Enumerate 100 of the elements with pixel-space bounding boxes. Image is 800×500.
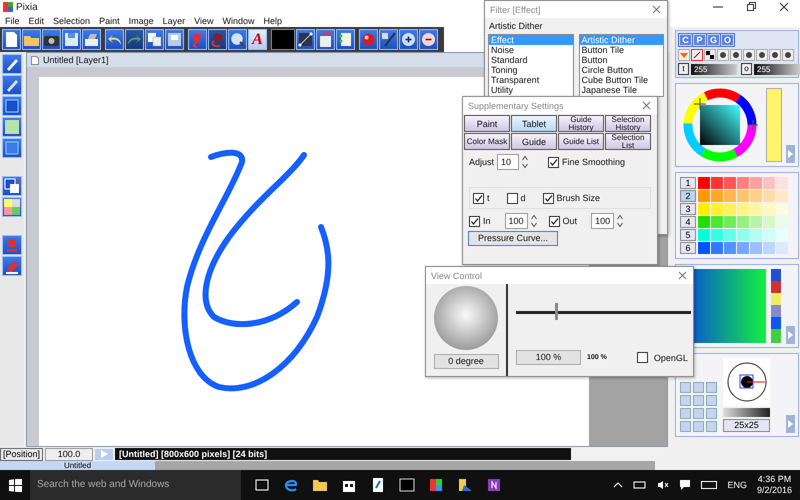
checkbox[interactable] — [636, 352, 648, 363]
tab[interactable]: Paint — [464, 115, 510, 132]
checkbox[interactable] — [473, 192, 484, 204]
menu-item[interactable]: Image — [128, 16, 154, 26]
spin-arrows-icon[interactable] — [617, 214, 624, 228]
square-icon[interactable] — [2, 96, 22, 116]
menu-item[interactable]: Edit — [28, 16, 44, 26]
checker-pattern-icon[interactable] — [2, 197, 22, 217]
palette-row-button[interactable]: 6 — [680, 242, 696, 254]
list-item[interactable]: Utility — [489, 85, 572, 95]
tab[interactable]: Color Mask — [464, 133, 510, 150]
color-swap-icon[interactable] — [2, 176, 22, 196]
menu-item[interactable]: Help — [263, 16, 282, 26]
list-item[interactable]: Transparent — [489, 75, 572, 85]
zoom-in-icon[interactable] — [399, 29, 418, 50]
effect-list[interactable]: Artistic Dither Button Tile Button Circle Button Cube Button Tile Japanese Tile — [578, 34, 664, 97]
list-item[interactable]: Toning — [489, 65, 572, 75]
copy-pages-icon[interactable] — [145, 29, 164, 50]
pen-tablet-icon[interactable] — [379, 29, 398, 50]
palette-row-button[interactable]: 5 — [680, 229, 696, 241]
speaker-muted-icon[interactable] — [657, 480, 670, 490]
brush-stroke-icon[interactable] — [208, 29, 227, 50]
magnifier-icon[interactable] — [228, 29, 247, 50]
color-swatch-icon[interactable] — [271, 29, 295, 50]
search-field[interactable]: Search the web and Windows — [30, 470, 241, 500]
document-tab[interactable]: Untitled — [0, 461, 155, 470]
tab[interactable]: Guide — [511, 133, 557, 150]
square-icon[interactable] — [2, 138, 22, 158]
list-item[interactable]: Circle Button — [580, 65, 663, 75]
tab[interactable]: Tablet — [511, 115, 557, 132]
menu-item[interactable]: Layer — [162, 16, 186, 26]
checkbox[interactable] — [548, 156, 560, 168]
menu-item[interactable]: Paint — [99, 16, 120, 26]
layer-square-icon[interactable] — [2, 117, 22, 137]
tab[interactable]: Guide List — [558, 133, 604, 150]
adjust-field[interactable]: 10 — [497, 154, 520, 170]
spin-arrows-icon[interactable] — [530, 214, 537, 228]
list-item[interactable]: Button Tile — [580, 45, 663, 55]
text-tool-button[interactable]: A — [248, 29, 267, 50]
dot-icon[interactable] — [717, 49, 729, 61]
zoom-button[interactable]: 100 % — [516, 350, 581, 365]
color-palette-drawing[interactable] — [698, 177, 789, 254]
tab[interactable]: Guide History — [558, 115, 604, 132]
camera-icon[interactable] — [42, 29, 61, 50]
list-item[interactable]: Japanese Tile — [580, 85, 663, 95]
checkbox[interactable] — [548, 216, 560, 226]
rotation-button[interactable]: 0 degree — [434, 354, 498, 369]
brush-size-field[interactable]: 25x25 — [723, 419, 770, 432]
slider-thumb[interactable] — [555, 303, 558, 320]
gradient-strip-drawing[interactable] — [771, 269, 781, 343]
category-list[interactable]: Effect Noise Standard Toning Transparent Utility — [488, 34, 574, 97]
new-page-icon[interactable] — [2, 29, 21, 50]
zoom-out-icon[interactable] — [419, 29, 438, 50]
printer-icon[interactable] — [82, 29, 101, 50]
terminal-icon[interactable] — [398, 476, 416, 494]
menu-item[interactable]: View — [194, 16, 214, 26]
list-item[interactable]: Noise — [489, 45, 572, 55]
paint-bucket-icon[interactable] — [188, 29, 207, 50]
notification-icon[interactable] — [679, 479, 692, 491]
paint-bucket-icon[interactable] — [2, 235, 22, 255]
palette-row-button[interactable]: 3 — [680, 203, 696, 215]
notebook-icon[interactable] — [485, 476, 503, 494]
panel-tab[interactable]: G — [707, 34, 720, 46]
position-button[interactable]: [Position] — [0, 448, 44, 460]
menu-item[interactable]: Selection — [53, 16, 90, 26]
keyboard-icon[interactable] — [701, 480, 718, 490]
folder-icon[interactable] — [456, 476, 474, 494]
panel-tab[interactable]: C — [679, 34, 692, 46]
value-field[interactable]: 100 — [591, 213, 614, 229]
chevron-up-icon[interactable] — [613, 480, 624, 490]
value-field[interactable]: 100 — [504, 213, 528, 229]
list-item[interactable]: Button — [580, 55, 663, 65]
menu-item[interactable]: Window — [222, 16, 254, 26]
pencil-icon[interactable] — [2, 75, 22, 95]
palette-row-button[interactable]: 1 — [680, 177, 696, 189]
checker-icon[interactable] — [704, 49, 716, 61]
rotate-page-icon[interactable] — [316, 29, 335, 50]
panel-tab[interactable]: O — [721, 34, 734, 46]
pages-icon[interactable] — [336, 29, 355, 50]
pressure-curve-button[interactable]: Pressure Curve... — [468, 231, 558, 246]
value-slider-track[interactable]: 255 — [754, 64, 800, 74]
checkbox[interactable] — [542, 192, 554, 204]
pen-icon[interactable] — [691, 49, 703, 61]
menu-item[interactable]: File — [5, 16, 20, 26]
palette-row-button[interactable]: 4 — [680, 216, 696, 228]
tab[interactable]: Selection List — [605, 133, 651, 150]
checkbox[interactable] — [506, 192, 518, 204]
spin-arrows-icon[interactable] — [522, 155, 528, 169]
pixia-app-icon[interactable] — [427, 476, 445, 494]
pen-icon[interactable] — [2, 54, 22, 74]
battery-icon[interactable] — [633, 480, 648, 490]
list-item[interactable]: Cube Button Tile — [580, 75, 663, 85]
tab[interactable]: Selection History — [605, 115, 651, 132]
language-indicator[interactable]: ENG — [727, 480, 747, 490]
value-slider-track[interactable]: 255 — [691, 64, 737, 74]
list-item[interactable]: Standard — [489, 55, 572, 65]
checkbox[interactable] — [469, 216, 480, 226]
zoom-field[interactable]: 100.0 — [45, 448, 94, 460]
panel-tab[interactable]: P — [693, 34, 706, 46]
gradient-icon[interactable] — [296, 29, 315, 50]
